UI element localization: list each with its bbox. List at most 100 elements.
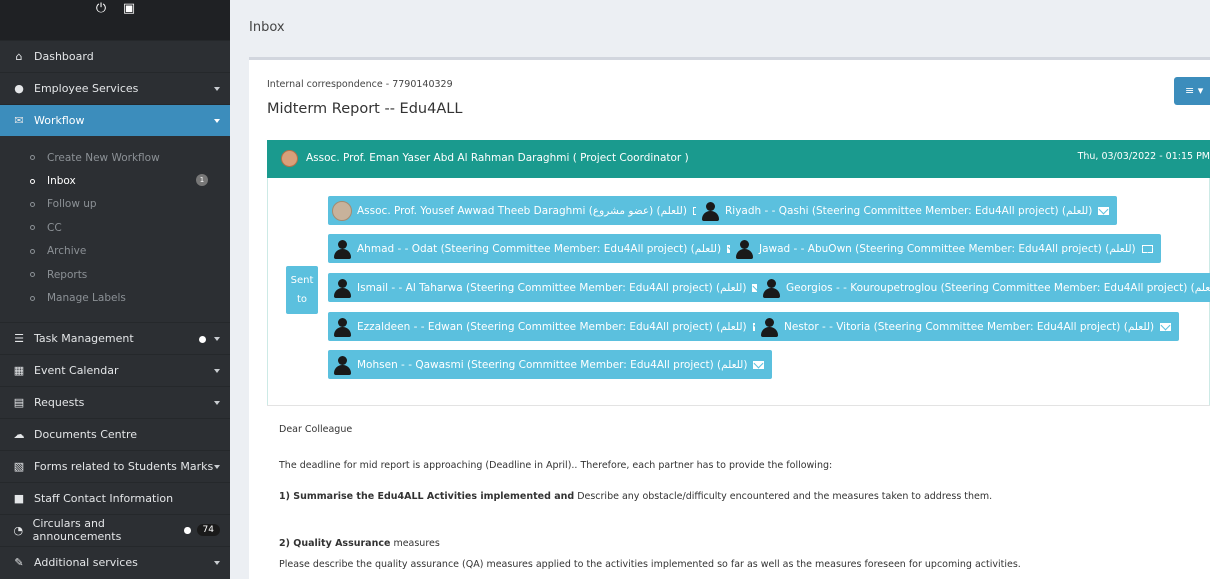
recipient-chip[interactable]: Georgios - - Kouroupetroglou (Steering C… — [757, 273, 1210, 302]
chevron-down-icon — [214, 464, 220, 469]
page-header: Inbox — [230, 0, 1210, 57]
recipient-name: Ezzaldeen - - Edwan (Steering Committee … — [357, 320, 747, 333]
envelope-icon — [1160, 322, 1172, 331]
recipient-chip[interactable]: Ahmad - - Odat (Steering Committee Membe… — [328, 234, 747, 263]
circle-icon — [30, 295, 35, 301]
circle-icon — [30, 155, 35, 161]
recipient-name: Nestor - - Vitoria (Steering Committee M… — [784, 320, 1155, 333]
sidebar-item-task-management[interactable]: ☰ Task Management — [0, 321, 230, 354]
power-icon[interactable]: ⏻ — [94, 2, 108, 16]
sidebar: ⏻ ▣ ⌂ Dashboard ● Employee Services ✉ Wo… — [0, 0, 230, 579]
chevron-down-icon — [214, 368, 220, 373]
recipient-name: Ahmad - - Odat (Steering Committee Membe… — [357, 242, 722, 255]
notification-dot — [199, 335, 206, 343]
submenu-follow-up[interactable]: Follow up — [0, 193, 230, 216]
list-icon: ≡ ▾ — [1185, 84, 1204, 97]
person-icon — [700, 201, 720, 221]
sidebar-item-requests[interactable]: ▤ Requests — [0, 385, 230, 418]
recipient-chip[interactable]: Ismail - - Al Taharwa (Steering Committe… — [328, 273, 772, 302]
chevron-down-icon — [214, 336, 220, 341]
sidebar-item-label: Additional services — [34, 555, 138, 569]
sidebar-item-staff-contact[interactable]: ■ Staff Contact Information — [0, 481, 230, 514]
message-date: Thu, 03/03/2022 - 01:15 PM — [1077, 151, 1210, 162]
file-icon: ▤ — [13, 395, 25, 409]
sidebar-item-event-calendar[interactable]: ▦ Event Calendar — [0, 353, 230, 386]
envelope-icon — [1141, 244, 1153, 253]
body-greeting: Dear Colleague — [279, 424, 353, 435]
submenu-inbox[interactable]: Inbox 1 — [0, 169, 230, 192]
submenu-label: Follow up — [47, 198, 97, 211]
user-card-icon[interactable]: ▣ — [122, 2, 136, 16]
body-item-1-heading: 1) Summarise the Edu4ALL Activities impl… — [279, 491, 575, 502]
rss-icon: ◔ — [13, 523, 24, 537]
message-card: Internal correspondence - 7790140329 Mid… — [249, 57, 1210, 579]
recipient-name: Mohsen - - Qawasmi (Steering Committee M… — [357, 358, 748, 371]
recipient-chip[interactable]: Riyadh - - Qashi (Steering Committee Mem… — [696, 196, 1118, 225]
sidebar-item-label: Workflow — [34, 114, 85, 127]
recipient-name: Georgios - - Kouroupetroglou (Steering C… — [786, 281, 1210, 294]
recipient-name: Ismail - - Al Taharwa (Steering Committe… — [357, 281, 747, 294]
inbox-count-badge: 1 — [196, 174, 208, 187]
cloud-icon: ☁ — [13, 427, 25, 441]
person-icon — [332, 317, 352, 337]
submenu-label: Create New Workflow — [47, 151, 160, 164]
sidebar-item-additional-services[interactable]: ✎ Additional services — [0, 545, 230, 578]
circle-icon — [30, 178, 35, 184]
recipient-name: Riyadh - - Qashi (Steering Committee Mem… — [725, 204, 1093, 217]
sidebar-item-label: Requests — [34, 395, 85, 409]
submenu-label: Archive — [47, 245, 87, 258]
body-item-2: 2) Quality Assurance measures — [279, 538, 440, 549]
contact-icon: ■ — [13, 491, 25, 505]
actions-menu-button[interactable]: ≡ ▾ — [1174, 77, 1210, 105]
sidebar-item-employee-services[interactable]: ● Employee Services — [0, 72, 230, 104]
person-icon — [761, 278, 781, 298]
home-icon: ⌂ — [15, 50, 23, 63]
submenu-label: CC — [47, 221, 62, 234]
circle-icon — [30, 225, 35, 231]
sender-avatar — [281, 150, 298, 167]
submenu-label: Manage Labels — [47, 292, 126, 305]
recipient-chip[interactable]: Assoc. Prof. Yousef Awwad Theeb Daraghmi… — [328, 196, 712, 225]
sidebar-item-forms-students-marks[interactable]: ▧ Forms related to Students Marks — [0, 449, 230, 482]
submenu-create-new-workflow[interactable]: Create New Workflow — [0, 146, 230, 169]
sidebar-item-dashboard[interactable]: ⌂ Dashboard — [0, 40, 230, 72]
page-title: Inbox — [249, 20, 285, 35]
body-intro: The deadline for mid report is approachi… — [279, 460, 833, 471]
user-icon: ● — [14, 82, 24, 95]
recipients-panel: Sent to Assoc. Prof. Yousef Awwad Theeb … — [267, 178, 1210, 406]
circulars-count-badge: 74 — [196, 524, 220, 537]
person-icon — [332, 278, 352, 298]
body-item-2-description: Please describe the quality assurance (Q… — [279, 559, 1021, 570]
notification-dot — [184, 526, 191, 534]
recipient-name: Assoc. Prof. Yousef Awwad Theeb Daraghmi… — [357, 204, 687, 217]
person-icon — [332, 355, 352, 375]
sidebar-item-circulars[interactable]: ◔ Circulars and announcements 74 — [0, 513, 230, 546]
tasks-icon: ☰ — [14, 331, 24, 345]
recipient-chip[interactable]: Ezzaldeen - - Edwan (Steering Committee … — [328, 312, 772, 341]
submenu-archive[interactable]: Archive — [0, 240, 230, 263]
envelope-icon: ✉ — [14, 114, 24, 127]
recipient-chip[interactable]: Jawad - - AbuOwn (Steering Committee Mem… — [730, 234, 1161, 263]
sidebar-item-label: Dashboard — [34, 50, 94, 63]
submenu-reports[interactable]: Reports — [0, 263, 230, 286]
submenu-label: Inbox — [47, 175, 76, 188]
body-item-2-text: measures — [390, 538, 440, 549]
sidebar-item-documents-centre[interactable]: ☁ Documents Centre — [0, 417, 230, 450]
body-item-2-heading: 2) Quality Assurance — [279, 538, 391, 549]
recipient-chip[interactable]: Nestor - - Vitoria (Steering Committee M… — [755, 312, 1180, 341]
sidebar-item-workflow[interactable]: ✉ Workflow — [0, 104, 230, 136]
sidebar-item-label: Employee Services — [34, 82, 139, 95]
sender-bar: Assoc. Prof. Eman Yaser Abd Al Rahman Da… — [267, 140, 1210, 178]
person-icon — [734, 239, 754, 259]
chevron-down-icon — [214, 560, 220, 565]
sender-name: Assoc. Prof. Eman Yaser Abd Al Rahman Da… — [306, 152, 689, 164]
circle-icon — [30, 248, 35, 254]
person-icon — [332, 239, 352, 259]
circle-icon — [30, 201, 35, 207]
body-item-1-text: Describe any obstacle/difficulty encount… — [574, 491, 993, 502]
submenu-manage-labels[interactable]: Manage Labels — [0, 286, 230, 309]
submenu-cc[interactable]: CC — [0, 216, 230, 239]
form-icon: ▧ — [13, 459, 25, 473]
recipient-chip[interactable]: Mohsen - - Qawasmi (Steering Committee M… — [328, 350, 773, 379]
correspondence-meta: Internal correspondence - 7790140329 — [267, 79, 453, 90]
